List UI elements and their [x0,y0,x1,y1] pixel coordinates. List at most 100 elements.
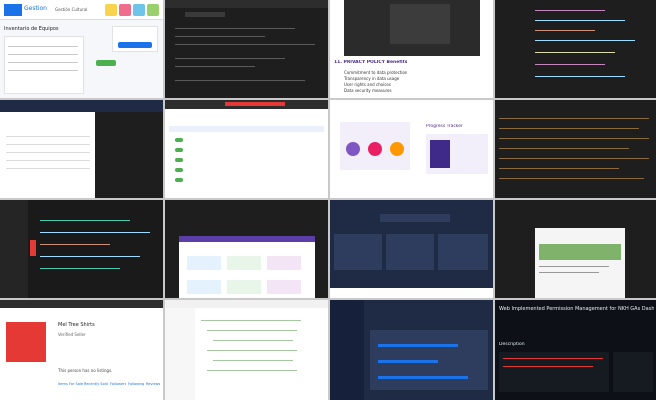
tile-navy-dashboard [330,200,493,298]
slider-1[interactable] [378,344,458,347]
status-badge: Verified Seller [58,332,86,337]
top-banner-card-1 [105,4,117,16]
tab-4[interactable]: Reviews [146,382,160,386]
avatar-1 [346,142,360,156]
slider-3[interactable] [378,376,468,379]
brand-logo [4,4,22,16]
tab-0[interactable]: Items For Sale [58,382,83,386]
tile-dark-editor [165,0,328,98]
tab-3[interactable]: Following [128,382,144,386]
row-action-3[interactable] [175,158,183,162]
row-action-4[interactable] [175,168,183,172]
tile-admin-table [0,100,163,198]
secondary-button[interactable] [96,60,116,66]
card-4 [187,280,221,294]
body-line-2 [503,366,593,367]
table-header [169,126,324,132]
card-5 [227,280,261,294]
issue-title: Web Implemented Permission Management fo… [499,306,654,312]
code-2 [40,232,150,233]
code-line-3 [175,44,315,45]
row-action-5[interactable] [175,178,183,182]
code-line-a [535,10,605,11]
code-line-5 [175,66,255,67]
screenshot-grid: Gestion Gestión Cultural Inventario de E… [0,0,656,400]
doc-heading: 11. PRIVACY POLICY Benefits [334,60,408,65]
tile-blog [495,200,656,298]
app-header [0,100,163,112]
tab-2[interactable]: Followers [110,382,126,386]
code-1 [40,220,130,221]
code-line-1 [175,28,295,29]
top-banner-card-2 [119,4,131,16]
log-line-5 [499,158,649,159]
stat-panel-1 [334,234,382,270]
table-row-4 [6,160,90,161]
avatar-2 [368,142,382,156]
log-line-4 [499,148,629,149]
top-banner-card-4 [147,4,159,16]
section-title: Inventario de Equipos [4,26,59,32]
row-2 [8,54,78,55]
tree-row-4 [207,350,297,351]
row-1 [8,46,78,47]
left-panel [4,36,84,94]
stat-panel-3 [438,234,488,270]
primary-button[interactable] [118,42,152,48]
code-line-d [535,40,635,41]
row-action-1[interactable] [175,138,183,142]
red-alert-strip [225,102,285,106]
doc-bullet-4: Data security measures [344,88,392,93]
article-line-1 [539,266,609,267]
article-page [535,228,625,298]
progress-label: Progress Tracker [426,124,463,129]
table-row-1 [6,136,90,137]
table-row-3 [6,152,90,153]
code-4 [40,256,140,257]
book-cover [430,140,450,168]
stat-panel-2 [386,234,434,270]
code-line-e [535,52,615,53]
code-line-6 [175,80,305,81]
code-line-b [535,20,625,21]
body-line-1 [503,358,603,359]
table-row-2 [6,144,90,145]
devtools-toolbar [165,300,328,308]
tile-seller-profile: Mel Tree Shirts Verified Seller This per… [0,300,163,400]
row-action-2[interactable] [175,148,183,152]
row-3 [8,62,78,63]
top-banner-card-3 [133,4,145,16]
user-name: Mel Tree Shirts [58,322,95,328]
tile-cards-page [165,200,328,298]
slider-2[interactable] [378,360,438,363]
tab-1[interactable]: Recently Sold [84,382,108,386]
tree-row-1 [201,320,301,321]
left-nav [330,300,364,400]
issue-section: Description [499,342,525,347]
tile-dark-log [495,100,656,198]
tile-web-table [165,100,328,198]
doc-bullet-3: User rights and choices [344,82,391,87]
devtools-sidebar [165,308,195,400]
row-4 [8,70,78,71]
right-card [112,26,158,52]
tree-row-3 [213,340,293,341]
code-line-g [535,76,625,77]
code-line-2 [175,36,265,37]
log-line-7 [499,178,644,179]
editor-search-box[interactable] [185,12,225,17]
card-1 [187,256,221,270]
log-line-2 [499,128,639,129]
app-title: Gestión Cultural [55,7,88,12]
tree-row-5 [213,360,293,361]
log-line-3 [499,138,649,139]
article-image [539,244,621,260]
tile-dark-code [495,0,656,98]
code-5 [40,268,120,269]
editor-toolbar [165,0,328,8]
tile-progress: Progress Tracker [330,100,493,198]
tile-devtools [165,300,328,400]
table-row-5 [6,168,90,169]
log-line-1 [499,118,649,119]
file-tree [0,200,28,298]
